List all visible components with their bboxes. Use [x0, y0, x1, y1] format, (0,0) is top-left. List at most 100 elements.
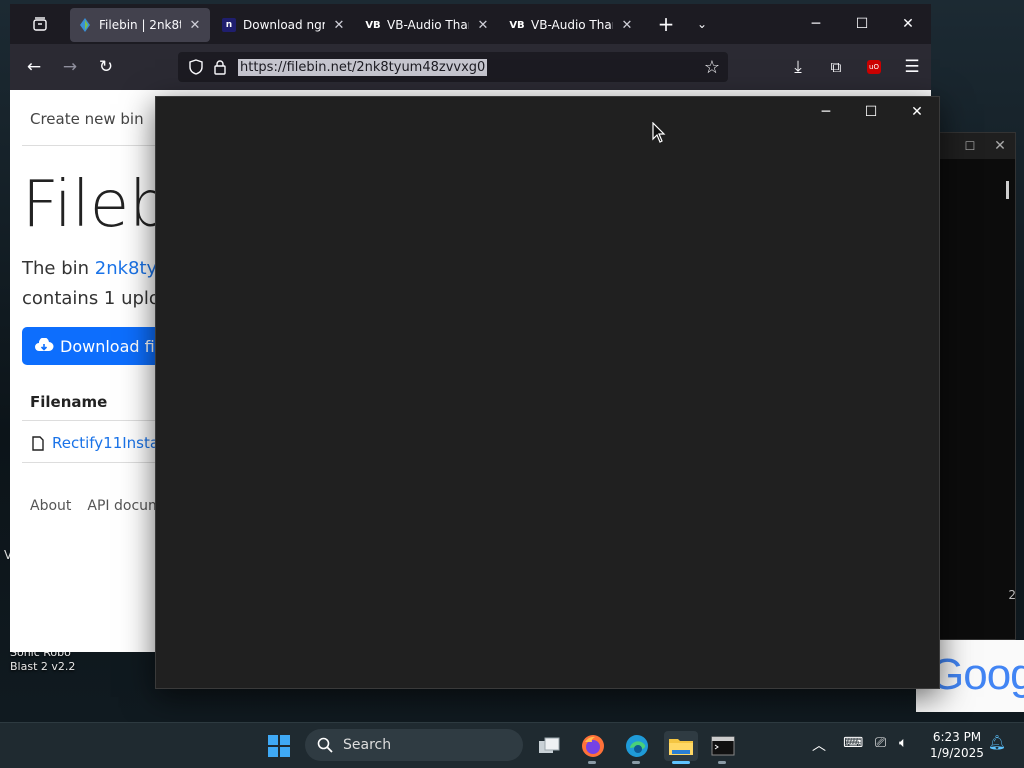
vb-icon: VB [509, 19, 525, 31]
minimize-icon: ─ [811, 16, 821, 32]
firefox-taskbar-button[interactable] [578, 731, 608, 761]
running-indicator [718, 761, 726, 764]
divider [22, 462, 172, 463]
filename-column-header: Filename [30, 393, 108, 411]
file-row[interactable]: Rectify11Instal [32, 434, 163, 452]
minimize-button[interactable]: ─ [793, 4, 839, 44]
close-icon[interactable]: ✕ [985, 138, 1015, 154]
close-tab-icon[interactable]: ✕ [620, 18, 634, 33]
clock-time: 6:23 PM [932, 730, 982, 744]
footer-link-about[interactable]: About [30, 498, 71, 514]
hamburger-icon: ☰ [904, 57, 920, 77]
minimize-button[interactable]: ─ [803, 97, 849, 127]
system-clock[interactable]: 6:23 PM 1/9/2025 [922, 729, 992, 761]
download-icon: ⤓ [794, 57, 802, 77]
file-name-link[interactable]: Rectify11Instal [52, 434, 163, 452]
close-icon: ✕ [902, 16, 914, 32]
url-text[interactable]: https://filebin.net/2nk8tyum48zvvxg0 [238, 58, 488, 76]
firefox-icon [582, 735, 604, 757]
filebin-icon [78, 18, 92, 32]
new-tab-button[interactable]: + [648, 7, 684, 41]
minimize-icon: ─ [821, 104, 831, 120]
extensions-button[interactable]: ⧉ [818, 51, 854, 83]
close-button[interactable]: ✕ [885, 4, 931, 44]
tab-ngrok[interactable]: n Download ngrok ✕ [214, 8, 354, 42]
maximize-icon[interactable]: ☐ [955, 139, 985, 153]
show-hidden-icons-chevron-icon[interactable]: ︿ [812, 735, 826, 755]
running-indicator [588, 761, 596, 764]
tab-title: VB-Audio Thank [387, 18, 469, 32]
desktop: V Sonic Robo Blast 2 v2.2 ☐ ✕ 2 Goog Fil… [0, 0, 1024, 722]
tab-vb-audio-1[interactable]: VB VB-Audio Thank ✕ [358, 8, 498, 42]
reload-button[interactable]: ↻ [88, 51, 124, 83]
close-tab-icon[interactable]: ✕ [332, 18, 346, 33]
search-icon [317, 737, 333, 753]
keyboard-icon[interactable]: ⌨ [843, 735, 863, 751]
terminal-taskbar-button[interactable] [708, 731, 738, 761]
edge-icon [626, 735, 648, 757]
maximize-button[interactable]: ☐ [839, 4, 885, 44]
close-tab-icon[interactable]: ✕ [188, 18, 202, 33]
volume-icon[interactable]: 🔈︎ [899, 735, 907, 751]
tab-title: Filebin | 2nk8tyu [99, 18, 181, 32]
background-terminal-window[interactable]: ☐ ✕ 2 [930, 132, 1016, 640]
create-new-bin-link[interactable]: Create new bin [30, 110, 144, 128]
active-indicator [672, 761, 690, 764]
bookmark-star-icon[interactable]: ☆ [704, 57, 720, 78]
download-button-label: Download file [60, 336, 169, 356]
back-button[interactable]: ← [16, 51, 52, 83]
maximize-icon: ☐ [864, 104, 878, 120]
lock-icon[interactable] [208, 59, 232, 75]
clock-date: 1/9/2025 [930, 746, 984, 760]
divider [22, 420, 172, 421]
chevron-down-icon: ⌄ [696, 17, 708, 31]
tab-vb-audio-2[interactable]: VB VB-Audio Thank ✕ [502, 8, 642, 42]
tab-filebin[interactable]: Filebin | 2nk8tyu ✕ [70, 8, 210, 42]
tracking-protection-icon[interactable] [184, 59, 208, 75]
page-title: Fileb [22, 168, 170, 242]
forward-button[interactable]: → [52, 51, 88, 83]
windows-logo-icon [268, 735, 290, 757]
terminal-scrollbar[interactable] [1006, 181, 1009, 199]
tab-title: VB-Audio Thank [531, 18, 613, 32]
forward-arrow-icon: → [62, 57, 78, 77]
tab-strip: Filebin | 2nk8tyu ✕ n Download ngrok ✕ V… [10, 4, 931, 44]
back-arrow-icon: ← [26, 57, 42, 77]
notification-bell-icon[interactable]: 🔔︎ [988, 735, 1006, 751]
vb-icon: VB [365, 19, 381, 31]
tab-title: Download ngrok [243, 18, 325, 32]
url-bar[interactable]: https://filebin.net/2nk8tyum48zvvxg0 ☆ [178, 52, 728, 82]
ublock-button[interactable]: uO [856, 51, 892, 83]
bin-description-text: The bin [22, 258, 95, 279]
task-view-icon [539, 737, 560, 753]
taskbar-search-box[interactable]: Search [305, 729, 523, 761]
list-all-tabs-button[interactable]: ⌄ [684, 7, 720, 41]
plus-icon: + [657, 12, 675, 36]
downloads-button[interactable]: ⤓ [780, 51, 816, 83]
menu-button[interactable]: ☰ [894, 51, 930, 83]
terminal-icon [711, 736, 735, 756]
maximize-button[interactable]: ☐ [848, 97, 894, 127]
blank-dark-window[interactable]: ─ ☐ ✕ [155, 96, 940, 689]
reload-icon: ↻ [98, 57, 114, 77]
edge-taskbar-button[interactable] [622, 731, 652, 761]
close-tab-icon[interactable]: ✕ [476, 18, 490, 33]
file-explorer-taskbar-button[interactable] [664, 731, 698, 761]
network-icon[interactable]: ⎚ [875, 735, 886, 751]
ngrok-icon: n [222, 18, 236, 32]
upload-count-text: contains 1 uploa [22, 288, 171, 309]
mouse-cursor-icon [652, 122, 666, 143]
folder-icon [669, 739, 693, 755]
firefox-view-button[interactable] [10, 7, 70, 41]
ublock-icon: uO [867, 60, 881, 74]
google-logo-fragment: Goog [930, 650, 1024, 699]
close-button[interactable]: ✕ [894, 97, 940, 127]
start-button[interactable] [264, 731, 294, 761]
maximize-icon: ☐ [855, 16, 869, 32]
taskbar: Search ︿ ⌨ ⎚ 🔈︎ 6:23 PM 1/9/2025 🔔︎ [0, 722, 1024, 768]
puzzle-icon: ⧉ [830, 58, 842, 76]
file-icon [32, 435, 44, 451]
footer-links: About API docume [30, 498, 170, 514]
task-view-button[interactable] [534, 731, 564, 761]
navigation-toolbar: ← → ↻ https://filebin.net/2nk8tyum48zvvx… [10, 44, 931, 90]
